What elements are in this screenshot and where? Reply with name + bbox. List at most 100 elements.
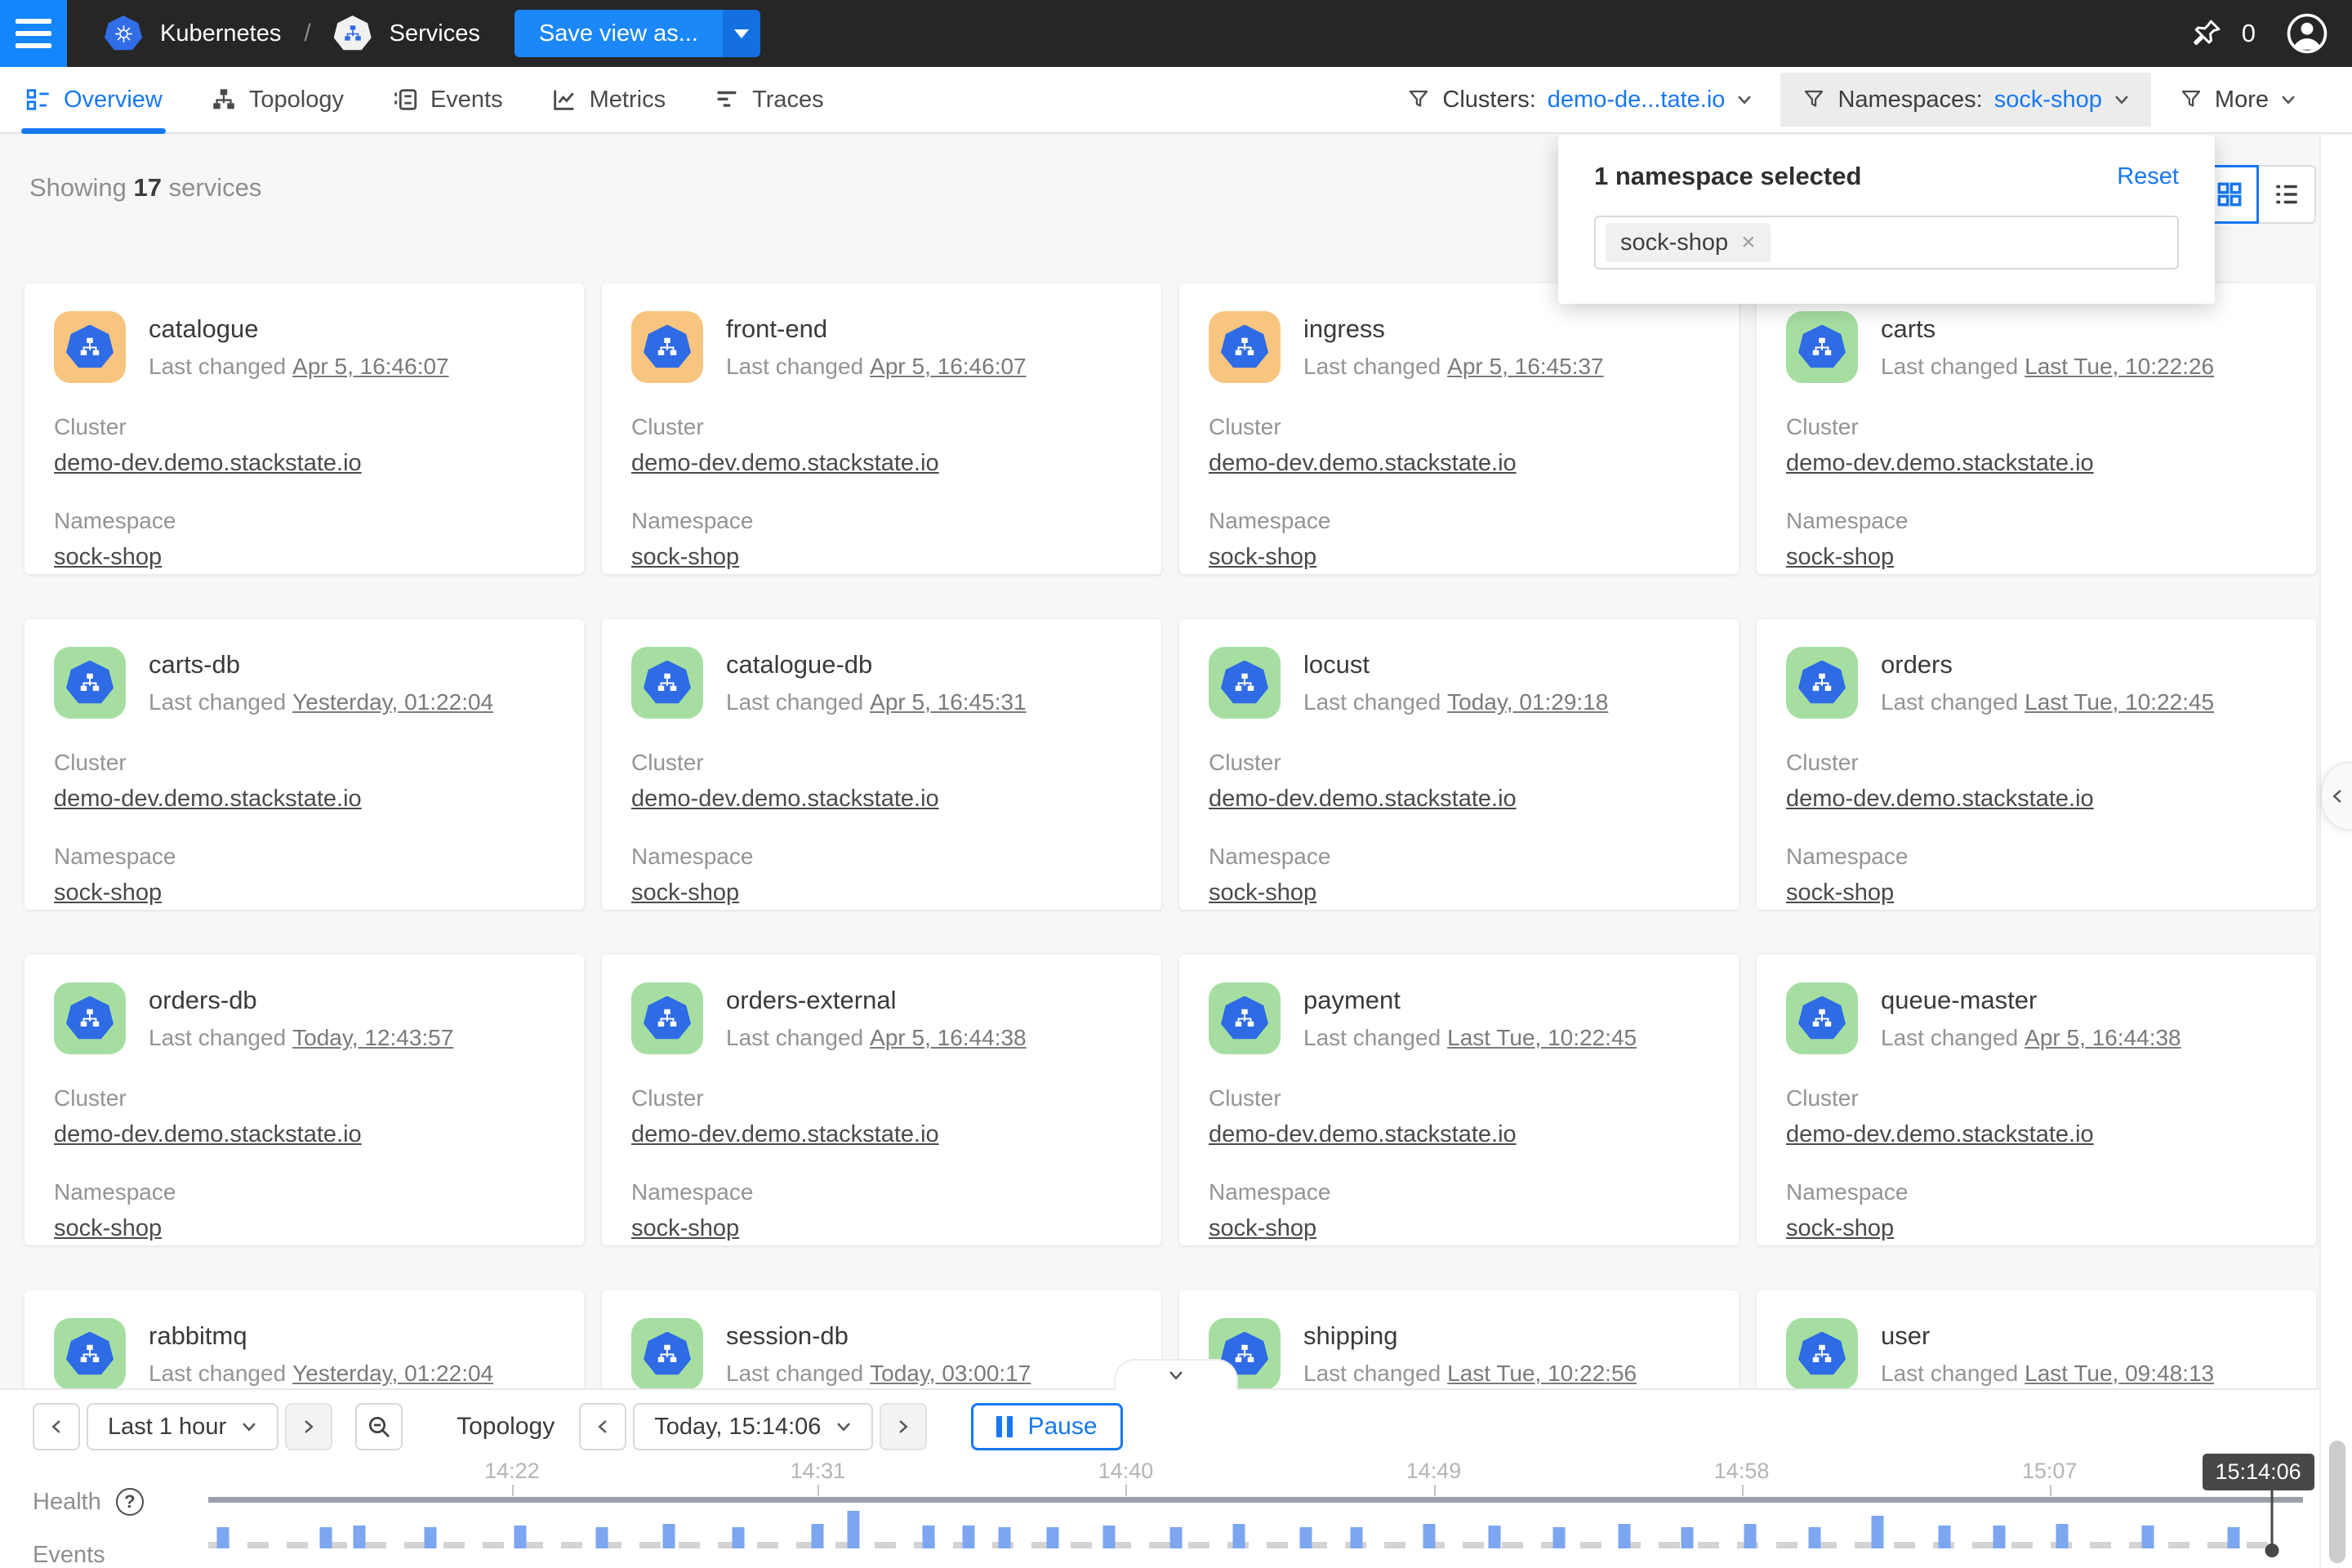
service-name-link[interactable]: shipping	[1303, 1321, 1637, 1351]
service-type-icon	[1209, 647, 1281, 719]
tab-traces[interactable]: Traces	[713, 67, 824, 132]
last-changed-link[interactable]: Last Tue, 10:22:45	[1447, 1025, 1637, 1050]
last-changed-link[interactable]: Today, 03:00:17	[870, 1361, 1031, 1386]
namespace-label: Namespace	[631, 508, 1132, 534]
last-changed-link[interactable]: Apr 5, 16:45:37	[1447, 354, 1603, 379]
last-changed-link[interactable]: Apr 5, 16:46:07	[870, 354, 1026, 379]
tab-topology[interactable]: Topology	[210, 67, 344, 132]
list-view-button[interactable]	[2257, 165, 2316, 224]
breadcrumb-services[interactable]: Services	[390, 20, 480, 47]
service-name-link[interactable]: locust	[1303, 650, 1608, 679]
last-changed: Last changedLast Tue, 10:22:45	[1881, 689, 2214, 715]
namespace-link[interactable]: sock-shop	[54, 880, 162, 906]
namespaces-filter[interactable]: Namespaces: sock-shop	[1780, 73, 2150, 127]
services-view-icon	[334, 16, 372, 51]
service-name-link[interactable]: rabbitmq	[149, 1321, 493, 1351]
timeline-tick-label: 14:31	[791, 1459, 846, 1484]
namespace-link[interactable]: sock-shop	[54, 544, 162, 571]
timeline-track[interactable]: 14:2214:3114:4014:4914:5815:07 15:14:06	[208, 1390, 2303, 1568]
clusters-filter[interactable]: Clusters: demo-de...tate.io	[1385, 73, 1774, 127]
service-name-link[interactable]: orders-external	[726, 986, 1027, 1015]
chip-remove-icon[interactable]: ×	[1741, 230, 1756, 255]
cluster-link[interactable]: demo-dev.demo.stackstate.io	[1209, 786, 1517, 813]
health-timeline[interactable]	[208, 1497, 2303, 1503]
hamburger-menu-button[interactable]	[0, 0, 67, 67]
last-changed-link[interactable]: Today, 01:29:18	[1447, 689, 1608, 715]
last-changed-link[interactable]: Apr 5, 16:46:07	[292, 354, 448, 379]
cluster-link[interactable]: demo-dev.demo.stackstate.io	[54, 450, 362, 477]
last-changed-link[interactable]: Last Tue, 10:22:56	[1447, 1361, 1637, 1386]
chevron-down-icon	[1736, 91, 1753, 108]
event-bar	[1102, 1526, 1115, 1548]
namespace-link[interactable]: sock-shop	[631, 1215, 739, 1242]
service-type-icon	[1209, 982, 1281, 1054]
tab-metrics[interactable]: Metrics	[550, 67, 666, 132]
event-bar	[514, 1526, 527, 1548]
grid-view-icon	[2214, 179, 2245, 210]
cluster-link[interactable]: demo-dev.demo.stackstate.io	[1209, 1121, 1517, 1148]
last-changed-link[interactable]: Yesterday, 01:22:04	[292, 1361, 493, 1386]
service-name-link[interactable]: queue-master	[1881, 986, 2181, 1015]
last-changed-link[interactable]: Apr 5, 16:44:38	[2025, 1025, 2180, 1050]
filter-funnel-icon	[1802, 87, 1826, 112]
cluster-link[interactable]: demo-dev.demo.stackstate.io	[1786, 450, 2094, 477]
save-view-as-label[interactable]: Save view as...	[514, 10, 723, 57]
namespace-link[interactable]: sock-shop	[1786, 544, 1894, 571]
breadcrumb-kubernetes[interactable]: Kubernetes	[160, 20, 281, 47]
cluster-link[interactable]: demo-dev.demo.stackstate.io	[631, 1121, 939, 1148]
namespace-link[interactable]: sock-shop	[1786, 880, 1894, 906]
last-changed-link[interactable]: Today, 12:43:57	[292, 1025, 453, 1050]
service-type-icon	[54, 647, 126, 719]
namespace-link[interactable]: sock-shop	[1209, 544, 1316, 571]
last-changed-link[interactable]: Last Tue, 10:22:26	[2025, 354, 2214, 379]
topology-icon	[210, 86, 238, 114]
service-card: carts-db Last changedYesterday, 01:22:04…	[24, 619, 584, 910]
event-bar	[1553, 1527, 1566, 1548]
service-name-link[interactable]: carts	[1881, 314, 2214, 344]
last-changed-link[interactable]: Last Tue, 10:22:45	[2025, 689, 2214, 715]
service-name-link[interactable]: payment	[1303, 986, 1637, 1015]
scrollbar-thumb[interactable]	[2329, 1441, 2345, 1563]
user-avatar[interactable]	[2285, 11, 2329, 56]
service-name-link[interactable]: catalogue	[149, 314, 449, 344]
namespace-link[interactable]: sock-shop	[1209, 1215, 1316, 1242]
cluster-link[interactable]: demo-dev.demo.stackstate.io	[631, 450, 939, 477]
namespace-select-input[interactable]: sock-shop ×	[1594, 216, 2179, 270]
last-changed-link[interactable]: Yesterday, 01:22:04	[292, 689, 493, 715]
namespace-link[interactable]: sock-shop	[631, 544, 739, 571]
cluster-link[interactable]: demo-dev.demo.stackstate.io	[1786, 1121, 2094, 1148]
more-filters[interactable]: More	[2158, 73, 2318, 127]
timeline-collapse-button[interactable]	[1114, 1359, 1238, 1390]
pin-icon[interactable]	[2189, 16, 2224, 51]
last-changed-link[interactable]: Last Tue, 09:48:13	[2025, 1361, 2214, 1386]
namespace-link[interactable]: sock-shop	[54, 1215, 162, 1242]
namespace-link[interactable]: sock-shop	[1786, 1215, 1894, 1242]
service-name-link[interactable]: carts-db	[149, 650, 493, 679]
save-view-as-button[interactable]: Save view as...	[514, 10, 760, 57]
service-name-link[interactable]: session-db	[726, 1321, 1031, 1351]
cluster-link[interactable]: demo-dev.demo.stackstate.io	[54, 786, 362, 813]
services-overview: Showing 17 services 1 namespace selected…	[0, 136, 2352, 1568]
service-name-link[interactable]: orders-db	[149, 986, 453, 1015]
overview-icon	[24, 86, 52, 114]
service-name-link[interactable]: ingress	[1303, 314, 1604, 344]
cluster-link[interactable]: demo-dev.demo.stackstate.io	[54, 1121, 362, 1148]
range-back-button[interactable]	[33, 1403, 80, 1450]
service-name-link[interactable]: orders	[1881, 650, 2214, 679]
last-changed-link[interactable]: Apr 5, 16:45:31	[870, 689, 1026, 715]
last-changed-link[interactable]: Apr 5, 16:44:38	[870, 1025, 1026, 1050]
cluster-label: Cluster	[631, 750, 1132, 776]
service-name-link[interactable]: user	[1881, 1321, 2214, 1351]
help-icon[interactable]: ?	[116, 1488, 144, 1516]
namespace-link[interactable]: sock-shop	[1209, 880, 1316, 906]
tab-overview[interactable]: Overview	[24, 67, 163, 132]
save-view-as-caret[interactable]	[723, 10, 760, 57]
tab-events[interactable]: Events	[391, 67, 503, 132]
service-name-link[interactable]: catalogue-db	[726, 650, 1027, 679]
service-name-link[interactable]: front-end	[726, 314, 1027, 344]
cluster-link[interactable]: demo-dev.demo.stackstate.io	[1209, 450, 1517, 477]
cluster-link[interactable]: demo-dev.demo.stackstate.io	[1786, 786, 2094, 813]
reset-button[interactable]: Reset	[2117, 163, 2179, 190]
namespace-link[interactable]: sock-shop	[631, 880, 739, 906]
cluster-link[interactable]: demo-dev.demo.stackstate.io	[631, 786, 939, 813]
